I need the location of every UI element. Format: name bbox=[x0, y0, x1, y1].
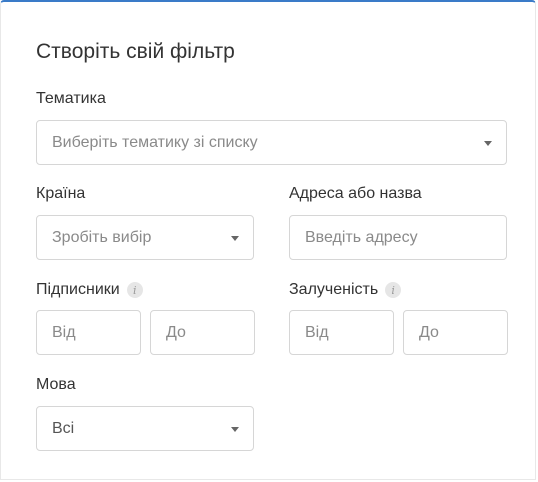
language-select-value: Всі bbox=[52, 419, 75, 437]
address-label-text: Адреса або назва bbox=[289, 185, 422, 202]
address-input[interactable]: Введіть адресу bbox=[289, 215, 507, 260]
engagement-to-placeholder: До bbox=[419, 323, 439, 341]
language-label: Мова bbox=[36, 376, 76, 394]
subscribers-to-input[interactable]: До bbox=[150, 310, 255, 355]
country-label: Країна bbox=[36, 185, 85, 203]
country-label-text: Країна bbox=[36, 185, 86, 202]
engagement-label-text: Залученість bbox=[289, 281, 379, 298]
topic-label: Тематика bbox=[36, 90, 106, 108]
chevron-down-icon bbox=[231, 235, 239, 241]
subscribers-from-placeholder: Від bbox=[52, 323, 76, 341]
country-select[interactable]: Зробіть вибір bbox=[36, 215, 254, 260]
language-select[interactable]: Всі bbox=[36, 406, 254, 451]
address-label: Адреса або назва bbox=[289, 185, 422, 203]
chevron-down-icon bbox=[484, 140, 492, 146]
subscribers-from-input[interactable]: Від bbox=[36, 310, 141, 355]
filter-title: Створіть свій фільтр bbox=[36, 40, 235, 63]
info-icon[interactable]: i bbox=[126, 282, 143, 298]
topic-select-placeholder: Виберіть тематику зі списку bbox=[52, 133, 258, 151]
subscribers-to-placeholder: До bbox=[166, 323, 186, 341]
language-label-text: Мова bbox=[36, 376, 76, 393]
country-select-placeholder: Зробіть вибір bbox=[52, 228, 152, 246]
address-input-placeholder: Введіть адресу bbox=[305, 228, 418, 246]
subscribers-label-text: Підписники bbox=[36, 281, 120, 298]
subscribers-label: Підписники i bbox=[36, 281, 143, 299]
topic-select[interactable]: Виберіть тематику зі списку bbox=[36, 120, 507, 165]
engagement-from-input[interactable]: Від bbox=[289, 310, 394, 355]
chevron-down-icon bbox=[231, 426, 239, 432]
info-icon[interactable]: i bbox=[385, 282, 402, 298]
engagement-label: Залученість i bbox=[289, 281, 402, 299]
topic-label-text: Тематика bbox=[36, 90, 106, 107]
engagement-from-placeholder: Від bbox=[305, 323, 329, 341]
filter-panel: Створіть свій фільтр Тематика Виберіть т… bbox=[0, 0, 536, 480]
engagement-to-input[interactable]: До bbox=[403, 310, 508, 355]
